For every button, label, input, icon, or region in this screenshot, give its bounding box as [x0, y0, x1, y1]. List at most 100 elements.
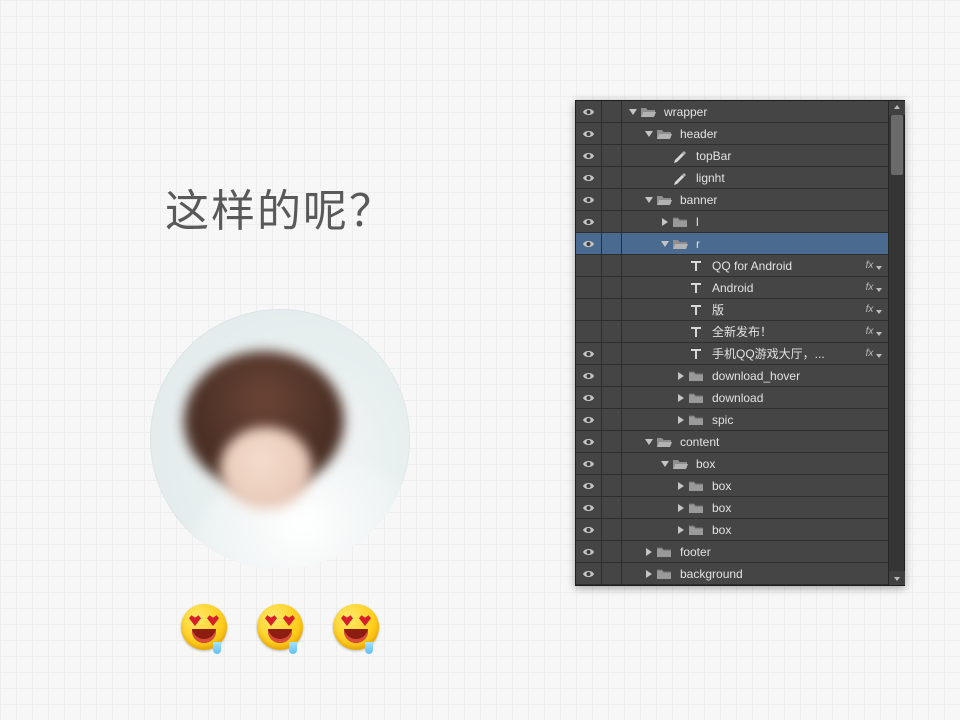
visibility-toggle[interactable]: [576, 167, 602, 188]
lock-column[interactable]: [602, 189, 622, 210]
visibility-toggle[interactable]: [576, 409, 602, 430]
disclosure-down-icon[interactable]: [644, 437, 654, 447]
scroll-thumb[interactable]: [891, 115, 903, 175]
disclosure-down-icon[interactable]: [644, 195, 654, 205]
visibility-toggle[interactable]: [576, 299, 602, 320]
layer-row[interactable]: box: [576, 519, 904, 541]
chevron-down-icon[interactable]: [875, 350, 882, 357]
lock-column[interactable]: [602, 343, 622, 364]
disclosure-right-icon[interactable]: [676, 481, 686, 491]
lock-column[interactable]: [602, 299, 622, 320]
lock-column[interactable]: [602, 321, 622, 342]
row-trailing[interactable]: fx: [860, 260, 888, 271]
visibility-toggle[interactable]: [576, 101, 602, 122]
layer-row[interactable]: download_hover: [576, 365, 904, 387]
lock-column[interactable]: [602, 409, 622, 430]
visibility-toggle[interactable]: [576, 453, 602, 474]
disclosure-down-icon[interactable]: [660, 239, 670, 249]
chevron-down-icon[interactable]: [875, 306, 882, 313]
disclosure-right-icon[interactable]: [676, 503, 686, 513]
layer-row[interactable]: QQ for Androidfx: [576, 255, 904, 277]
visibility-toggle[interactable]: [576, 387, 602, 408]
layer-row[interactable]: 全新发布！fx: [576, 321, 904, 343]
lock-column[interactable]: [602, 387, 622, 408]
chevron-down-icon[interactable]: [875, 328, 882, 335]
layer-row[interactable]: topBar: [576, 145, 904, 167]
layer-tree-cell[interactable]: download_hover: [622, 365, 860, 386]
lock-column[interactable]: [602, 211, 622, 232]
disclosure-down-icon[interactable]: [660, 459, 670, 469]
chevron-down-icon[interactable]: [875, 284, 882, 291]
lock-column[interactable]: [602, 255, 622, 276]
lock-column[interactable]: [602, 563, 622, 584]
visibility-toggle[interactable]: [576, 541, 602, 562]
visibility-toggle[interactable]: [576, 123, 602, 144]
layer-row[interactable]: l: [576, 211, 904, 233]
lock-column[interactable]: [602, 233, 622, 254]
visibility-toggle[interactable]: [576, 211, 602, 232]
layers-panel[interactable]: wrapperheadertopBarlignhtbannerlrQQ for …: [575, 100, 905, 586]
layer-tree-cell[interactable]: l: [622, 211, 860, 232]
lock-column[interactable]: [602, 497, 622, 518]
layer-tree-cell[interactable]: download: [622, 387, 860, 408]
layer-tree-cell[interactable]: 版: [622, 299, 860, 320]
row-trailing[interactable]: fx: [860, 282, 888, 293]
layer-tree-cell[interactable]: wrapper: [622, 101, 860, 122]
layer-row[interactable]: footer: [576, 541, 904, 563]
layer-row[interactable]: banner: [576, 189, 904, 211]
visibility-toggle[interactable]: [576, 145, 602, 166]
scroll-up-button[interactable]: [889, 101, 905, 115]
layer-row[interactable]: box: [576, 453, 904, 475]
layer-tree-cell[interactable]: background: [622, 563, 860, 584]
layer-row[interactable]: background: [576, 563, 904, 585]
disclosure-right-icon[interactable]: [676, 525, 686, 535]
visibility-toggle[interactable]: [576, 189, 602, 210]
lock-column[interactable]: [602, 453, 622, 474]
layer-tree-cell[interactable]: box: [622, 497, 860, 518]
layer-row[interactable]: lignht: [576, 167, 904, 189]
lock-column[interactable]: [602, 541, 622, 562]
disclosure-right-icon[interactable]: [660, 217, 670, 227]
layer-row[interactable]: Androidfx: [576, 277, 904, 299]
disclosure-down-icon[interactable]: [644, 129, 654, 139]
lock-column[interactable]: [602, 145, 622, 166]
layer-row[interactable]: spic: [576, 409, 904, 431]
disclosure-right-icon[interactable]: [676, 393, 686, 403]
visibility-toggle[interactable]: [576, 233, 602, 254]
disclosure-right-icon[interactable]: [676, 415, 686, 425]
lock-column[interactable]: [602, 475, 622, 496]
row-trailing[interactable]: fx: [860, 348, 888, 359]
layer-tree-cell[interactable]: Android: [622, 277, 860, 298]
lock-column[interactable]: [602, 519, 622, 540]
chevron-down-icon[interactable]: [875, 262, 882, 269]
visibility-toggle[interactable]: [576, 497, 602, 518]
layer-row[interactable]: box: [576, 475, 904, 497]
scroll-down-button[interactable]: [889, 571, 905, 585]
layer-tree-cell[interactable]: banner: [622, 189, 860, 210]
disclosure-down-icon[interactable]: [628, 107, 638, 117]
lock-column[interactable]: [602, 123, 622, 144]
layer-row[interactable]: 手机QQ游戏大厅，...fx: [576, 343, 904, 365]
layer-tree-cell[interactable]: content: [622, 431, 860, 452]
lock-column[interactable]: [602, 277, 622, 298]
lock-column[interactable]: [602, 167, 622, 188]
disclosure-right-icon[interactable]: [676, 371, 686, 381]
panel-scrollbar[interactable]: [888, 101, 904, 585]
lock-column[interactable]: [602, 101, 622, 122]
visibility-toggle[interactable]: [576, 519, 602, 540]
layer-tree-cell[interactable]: footer: [622, 541, 860, 562]
layer-row[interactable]: 版fx: [576, 299, 904, 321]
layer-tree-cell[interactable]: topBar: [622, 145, 860, 166]
row-trailing[interactable]: fx: [860, 326, 888, 337]
layer-row[interactable]: header: [576, 123, 904, 145]
lock-column[interactable]: [602, 365, 622, 386]
layer-tree-cell[interactable]: 全新发布！: [622, 321, 860, 342]
visibility-toggle[interactable]: [576, 563, 602, 584]
layer-row[interactable]: box: [576, 497, 904, 519]
layer-tree-cell[interactable]: spic: [622, 409, 860, 430]
layer-tree-cell[interactable]: box: [622, 475, 860, 496]
visibility-toggle[interactable]: [576, 475, 602, 496]
row-trailing[interactable]: fx: [860, 304, 888, 315]
layer-row[interactable]: r: [576, 233, 904, 255]
lock-column[interactable]: [602, 431, 622, 452]
